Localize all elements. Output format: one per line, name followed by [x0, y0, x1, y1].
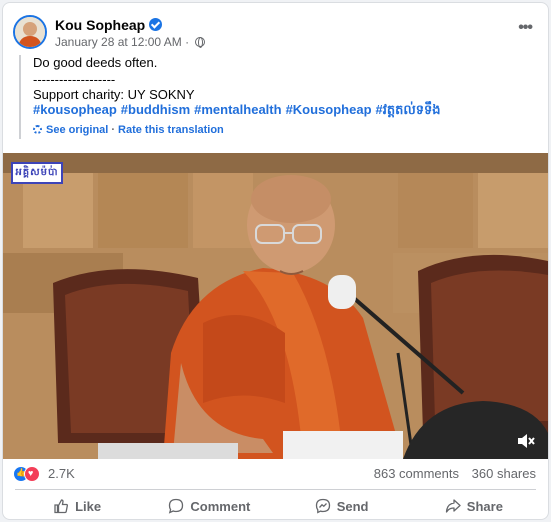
- rate-translation-link[interactable]: Rate this translation: [118, 124, 224, 136]
- verified-badge-icon: [149, 18, 163, 31]
- globe-icon: [195, 37, 206, 48]
- share-arrow-icon: [445, 499, 461, 513]
- translation-separator: ·: [111, 124, 116, 136]
- speaker-muted-icon[interactable]: [516, 433, 536, 449]
- meta-separator: ·: [185, 35, 190, 49]
- author-name[interactable]: Kou Sopheap: [55, 17, 163, 33]
- translation-settings-icon[interactable]: [33, 125, 42, 134]
- hashtag-link[interactable]: #buddhism: [121, 102, 190, 117]
- author-name-text[interactable]: Kou Sopheap: [55, 17, 145, 33]
- more-options-button[interactable]: •••: [518, 19, 533, 37]
- hashtag-link[interactable]: #kousopheap: [33, 102, 117, 117]
- divider: [15, 489, 536, 490]
- thumbs-up-icon: [54, 499, 69, 514]
- post-meta: January 28 at 12:00 AM ·: [55, 35, 206, 49]
- post-line: Do good deeds often.: [33, 55, 158, 70]
- post-video[interactable]: អគ្គិសម៉ប់ា: [3, 153, 548, 459]
- hashtag-link[interactable]: #វត្តតល់ទទឹង: [376, 102, 441, 117]
- messenger-icon: [315, 498, 330, 514]
- post-header: Kou Sopheap January 28 at 12:00 AM · •••: [13, 15, 538, 51]
- like-label: Like: [75, 498, 102, 514]
- post-card: Kou Sopheap January 28 at 12:00 AM · •••…: [2, 2, 549, 520]
- post-line: Support charity: UY SOKNY: [33, 87, 195, 102]
- post-date[interactable]: January 28 at 12:00 AM: [55, 35, 182, 49]
- reaction-count[interactable]: 2.7K: [48, 466, 75, 481]
- like-button[interactable]: Like: [11, 492, 143, 519]
- reaction-icons[interactable]: [13, 465, 40, 482]
- share-button[interactable]: Share: [408, 492, 540, 519]
- send-label: Send: [336, 498, 369, 514]
- comments-count[interactable]: 863 comments: [374, 466, 459, 481]
- hashtag-link[interactable]: #mentalhealth: [194, 102, 281, 117]
- love-reaction-icon: [24, 465, 40, 482]
- post-text: Do good deeds often. -------------------…: [19, 55, 539, 139]
- video-frame-image: [3, 153, 548, 459]
- comment-button[interactable]: Comment: [143, 492, 275, 519]
- watermark-logo: អគ្គិសម៉ប់ា: [11, 162, 63, 184]
- post-actions: Like Comment Send Share: [11, 492, 540, 519]
- post-line: -------------------: [33, 72, 116, 87]
- shares-count[interactable]: 360 shares: [472, 466, 536, 481]
- send-button[interactable]: Send: [276, 492, 408, 519]
- hashtag-link[interactable]: #Kousopheap: [286, 102, 372, 117]
- hashtag-list: #kousopheap #buddhism #mentalhealth #Kousop…: [33, 102, 539, 118]
- comment-icon: [169, 498, 184, 514]
- author-avatar[interactable]: [13, 15, 47, 49]
- translation-row: See original · Rate this translation: [33, 124, 539, 136]
- reactions-summary: 2.7K 863 comments 360 shares: [13, 463, 536, 485]
- see-original-link[interactable]: See original: [46, 124, 108, 136]
- comment-label: Comment: [190, 498, 251, 514]
- share-label: Share: [466, 498, 503, 514]
